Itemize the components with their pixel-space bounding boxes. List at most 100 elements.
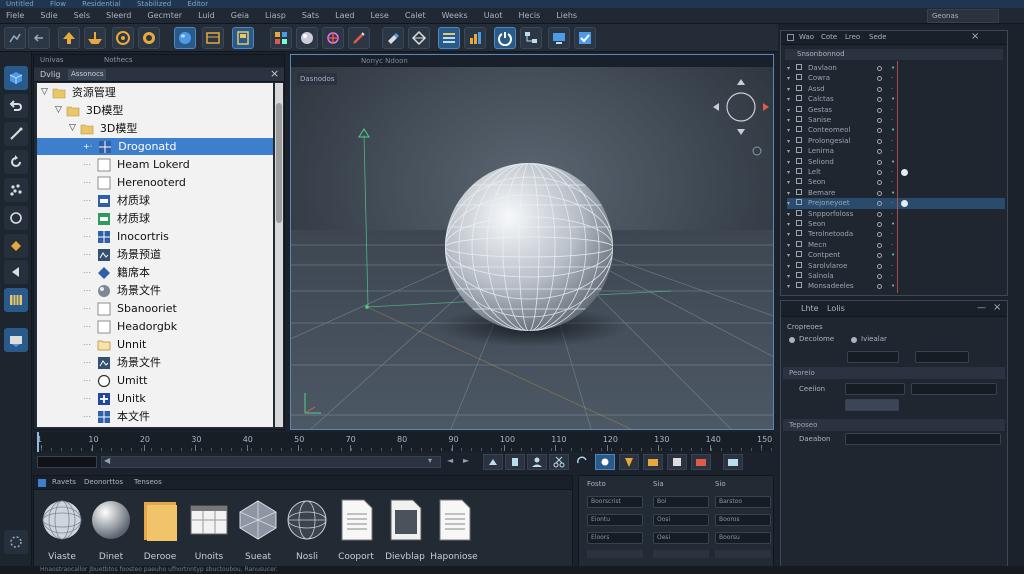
visibility-icon[interactable] [877,149,882,155]
dropdown-field-3[interactable] [845,433,1001,445]
menu-item[interactable]: Calet [405,11,426,20]
asset-tree-item[interactable]: ⋯ Sbanooriet [37,300,177,317]
tab-univas[interactable]: Univas [40,56,64,64]
visibility-icon[interactable] [877,97,882,103]
lock-icon[interactable]: · [891,84,893,95]
circle-tool-button[interactable] [4,206,28,230]
expand-triangle-icon[interactable]: ▾ [787,242,790,249]
expand-triangle-icon[interactable]: ▾ [787,263,790,270]
menu-item[interactable]: Laed [335,11,354,20]
browser-item[interactable]: Dinet [89,498,133,562]
lock-icon[interactable]: • [891,157,895,168]
menu-item[interactable]: Sats [302,11,319,20]
book-button[interactable] [667,454,687,470]
menu-item[interactable]: Luid [198,11,215,20]
library-tool-button[interactable] [4,288,28,312]
rotate-tool-button[interactable] [112,27,134,49]
archive-button[interactable] [723,454,743,470]
visibility-icon[interactable] [877,242,882,248]
lock-icon[interactable]: · [891,146,893,157]
lock-icon[interactable]: · [891,136,893,147]
visibility-icon[interactable] [877,107,882,113]
outliner-row[interactable]: ▾ Snpporfoloss · [787,209,1005,220]
visibility-icon[interactable] [877,190,882,196]
slider-field[interactable] [845,399,899,411]
asset-tree-item[interactable]: ⋯ Herenooterd [37,174,186,191]
asset-tree-item[interactable]: ⋯ Umitt [37,372,147,389]
eraser-button[interactable] [382,27,404,49]
visibility-icon[interactable] [877,128,882,134]
fill-tool-button[interactable] [4,234,28,258]
connect-tool-button[interactable] [4,27,26,49]
expand-triangle-icon[interactable]: ▾ [787,211,790,218]
expand-triangle-icon[interactable]: ▾ [787,179,790,186]
lock-icon[interactable]: • [891,188,895,199]
browser-item[interactable]: Sueat [236,498,280,562]
lock-icon[interactable]: · [891,209,893,220]
close-icon[interactable]: × [993,302,1001,313]
outliner-row[interactable]: ▾ Salnola · [787,271,1005,282]
visibility-icon[interactable] [877,201,882,207]
line-tool-button[interactable] [4,122,28,146]
expand-triangle-icon[interactable]: ▾ [787,273,790,280]
inspector-tab-lolis[interactable]: Lolis [827,304,845,313]
lock-icon[interactable]: • [891,219,895,230]
frame-field[interactable] [37,456,97,468]
chevron-down-icon[interactable]: ▽ [41,84,48,101]
check-button[interactable] [574,27,596,49]
visibility-icon[interactable] [877,232,882,238]
chevron-down-icon[interactable]: ▽ [69,120,76,137]
outliner-row[interactable]: ▾ Seliond • [787,157,1005,168]
cube-tool-button[interactable] [4,66,28,90]
sphere-object[interactable] [445,163,613,331]
menu-item[interactable]: Fiele [6,11,24,20]
lock-icon[interactable]: • [891,250,895,261]
outliner-row[interactable]: ▾ Monsadeeles • [787,281,1005,292]
bookmark-button[interactable] [505,454,525,470]
outliner-search-input[interactable]: Geonas [927,9,999,23]
expand-triangle-icon[interactable]: ▾ [787,169,790,176]
expand-triangle-icon[interactable]: ▾ [787,96,790,103]
grid-cell-field[interactable]: Eloors [587,532,643,544]
visibility-icon[interactable] [877,76,882,82]
outliner-row[interactable]: ▾ Bemare • [787,188,1005,199]
visibility-icon[interactable] [877,138,882,144]
menu-item[interactable]: Lese [370,11,388,20]
outliner-row[interactable]: ▾ Calctas • [787,94,1005,105]
dropdown-field-2[interactable] [911,383,997,395]
asset-tree-item[interactable]: ▽ 3D模型 [37,102,123,119]
expand-triangle-icon[interactable]: ▾ [787,86,790,93]
viewport-scene[interactable] [291,55,773,429]
loop-button[interactable] [573,454,593,470]
inspector-section-bar-2[interactable]: Peoreio [783,367,1005,379]
visibility-icon[interactable] [877,66,882,71]
undo-tool-button[interactable] [4,94,28,118]
outliner-row[interactable]: ▾ Sanise · [787,115,1005,126]
visibility-icon[interactable] [877,284,882,290]
folder-button[interactable] [643,454,663,470]
move-down-button[interactable] [84,27,106,49]
grid-cell-field[interactable]: Boorscrist [587,496,643,508]
asset-tree-item[interactable]: +· Drogonatd [37,138,273,155]
layout-button[interactable] [232,27,254,49]
asset-tree-item[interactable]: ⋯ Unnit [37,336,146,353]
lock-icon[interactable]: • [891,94,895,105]
diamond-tool-button[interactable] [408,27,430,49]
menu-item[interactable]: Geia [231,11,249,20]
visibility-icon[interactable] [877,118,882,123]
record-button[interactable] [595,454,615,470]
expand-triangle-icon[interactable]: ▾ [787,148,790,155]
dropdown-field-1[interactable] [845,383,905,395]
asset-tree-item[interactable]: ⋯ Headorgbk [37,318,177,335]
tab-dvlig[interactable]: Dvlig [40,70,60,79]
asset-tree-item[interactable]: ⋯ 材质球 [37,210,150,227]
minimize-icon[interactable]: — [977,303,986,313]
grid-cell-field[interactable]: Barstoo [715,496,771,508]
lock-icon[interactable]: · [891,167,893,178]
chevron-down-icon[interactable]: ▽ [55,102,62,119]
go-end-button[interactable]: ► [463,456,475,468]
lock-icon[interactable]: · [891,105,893,116]
expand-triangle-icon[interactable]: ▾ [787,65,790,72]
visibility-icon[interactable] [877,222,882,227]
visibility-icon[interactable] [877,263,882,269]
